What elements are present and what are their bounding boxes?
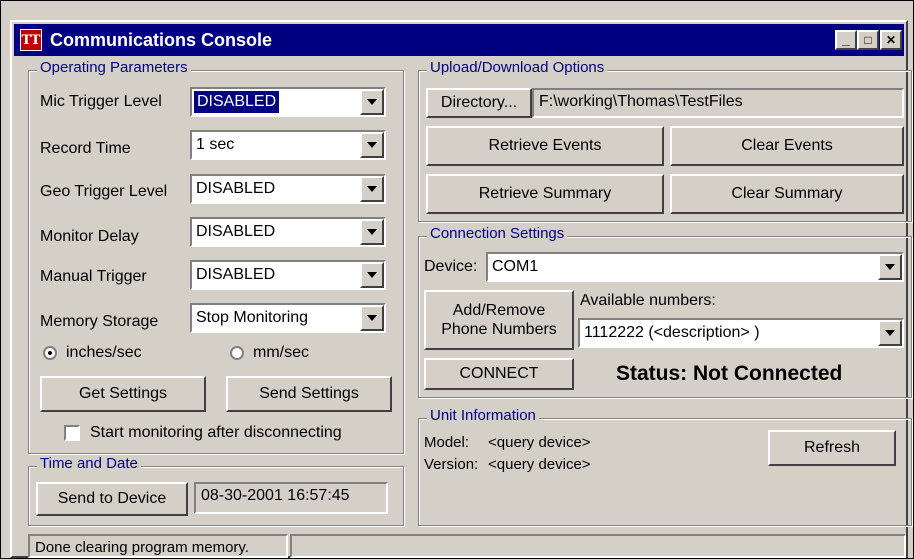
record-time-select[interactable]: 1 sec: [190, 130, 386, 160]
start-monitoring-checkbox[interactable]: [64, 425, 80, 441]
device-label: Device:: [424, 258, 478, 275]
version-value: <query device>: [488, 456, 591, 473]
start-monitoring-label: Start monitoring after disconnecting: [90, 424, 342, 441]
chevron-down-icon[interactable]: [360, 132, 384, 158]
monitor-delay-label: Monitor Delay: [40, 228, 139, 245]
maximize-button[interactable]: □: [857, 30, 879, 50]
available-numbers-value: 1112222 (<description> ): [584, 324, 760, 341]
manual-trigger-value: DISABLED: [196, 266, 276, 283]
mic-trigger-label: Mic Trigger Level: [40, 93, 162, 110]
monitor-delay-value: DISABLED: [196, 223, 276, 240]
close-icon: ✕: [885, 33, 897, 47]
title-bar[interactable]: TT Communications Console _ □ ✕: [14, 24, 904, 56]
geo-trigger-label: Geo Trigger Level: [40, 183, 168, 200]
manual-trigger-label: Manual Trigger: [40, 268, 147, 285]
mic-trigger-value: DISABLED: [194, 91, 280, 113]
add-remove-phone-numbers-button[interactable]: Add/Remove Phone Numbers: [424, 290, 574, 350]
chevron-down-icon[interactable]: [878, 320, 902, 346]
connection-settings-legend: Connection Settings: [427, 225, 568, 242]
connect-button[interactable]: CONNECT: [424, 358, 574, 390]
manual-trigger-select[interactable]: DISABLED: [190, 260, 386, 290]
memory-storage-value: Stop Monitoring: [196, 309, 309, 326]
memory-storage-select[interactable]: Stop Monitoring: [190, 303, 386, 333]
close-button[interactable]: ✕: [880, 30, 902, 50]
minimize-icon: _: [842, 31, 850, 47]
connection-status: Status: Not Connected: [616, 362, 843, 385]
directory-button[interactable]: Directory...: [426, 88, 532, 118]
mm-radio-label: mm/sec: [253, 344, 309, 361]
geo-trigger-select[interactable]: DISABLED: [190, 174, 386, 204]
chevron-down-icon[interactable]: [360, 262, 384, 288]
clear-summary-button[interactable]: Clear Summary: [670, 174, 904, 214]
refresh-button[interactable]: Refresh: [768, 430, 896, 466]
datetime-display: 08-30-2001 16:57:45: [194, 482, 388, 514]
send-settings-button[interactable]: Send Settings: [226, 376, 392, 412]
clear-events-button[interactable]: Clear Events: [670, 126, 904, 166]
add-remove-line2: Phone Numbers: [441, 321, 557, 338]
retrieve-summary-button[interactable]: Retrieve Summary: [426, 174, 664, 214]
inches-radio-label: inches/sec: [66, 344, 142, 361]
chevron-down-icon[interactable]: [360, 219, 384, 245]
window-title: Communications Console: [50, 30, 273, 50]
chevron-down-icon[interactable]: [360, 305, 384, 331]
time-and-date-legend: Time and Date: [37, 455, 141, 472]
status-bar-panel-empty: [290, 534, 906, 558]
maximize-icon: □: [864, 33, 872, 47]
minimize-button[interactable]: _: [835, 30, 857, 50]
record-time-value: 1 sec: [196, 136, 235, 153]
inches-radio[interactable]: [43, 346, 57, 360]
model-label: Model:: [424, 434, 470, 451]
unit-information-legend: Unit Information: [427, 407, 539, 424]
chevron-down-icon[interactable]: [360, 176, 384, 202]
geo-trigger-value: DISABLED: [196, 180, 276, 197]
operating-parameters-legend: Operating Parameters: [37, 59, 191, 76]
status-bar-message: Done clearing program memory.: [28, 534, 288, 558]
device-select[interactable]: COM1: [486, 252, 904, 282]
upload-download-legend: Upload/Download Options: [427, 59, 608, 76]
mm-radio[interactable]: [230, 346, 244, 360]
device-value: COM1: [492, 258, 539, 275]
chevron-down-icon[interactable]: [878, 254, 902, 280]
get-settings-button[interactable]: Get Settings: [40, 376, 206, 412]
send-to-device-button[interactable]: Send to Device: [36, 482, 188, 516]
directory-path-field: F:\working\Thomas\TestFiles: [532, 88, 904, 118]
memory-storage-label: Memory Storage: [40, 313, 159, 330]
app-icon: TT: [20, 29, 42, 51]
available-numbers-select[interactable]: 1112222 (<description> ): [578, 318, 904, 348]
add-remove-line1: Add/Remove: [452, 301, 546, 319]
version-label: Version:: [424, 456, 479, 473]
retrieve-events-button[interactable]: Retrieve Events: [426, 126, 664, 166]
mic-trigger-select[interactable]: DISABLED: [190, 87, 386, 117]
available-numbers-label: Available numbers:: [580, 292, 716, 309]
chevron-down-icon[interactable]: [360, 89, 384, 115]
monitor-delay-select[interactable]: DISABLED: [190, 217, 386, 247]
model-value: <query device>: [488, 434, 591, 451]
record-time-label: Record Time: [40, 140, 131, 157]
